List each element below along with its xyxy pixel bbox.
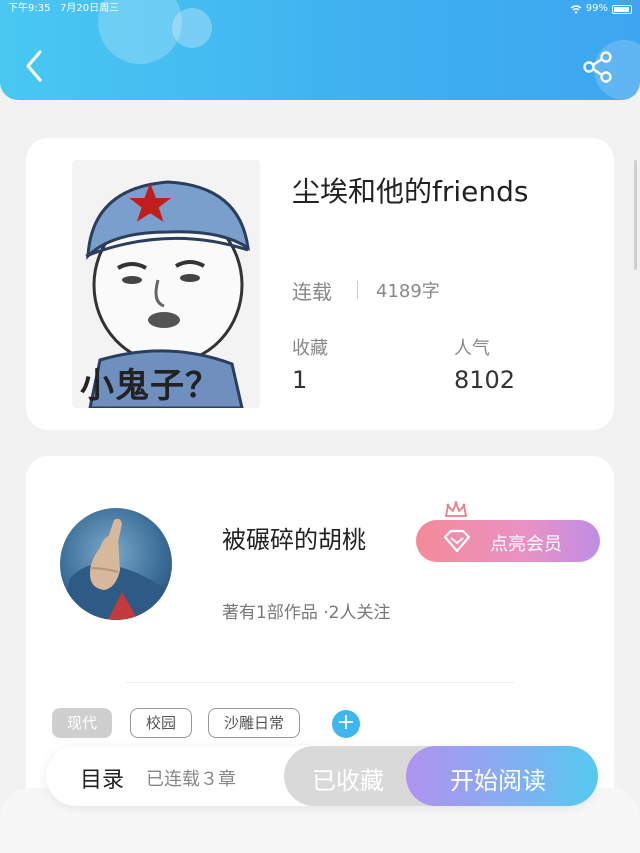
tag-item[interactable]: 校园 (130, 708, 192, 738)
popularity-label: 人气 (454, 338, 490, 359)
crown-icon (445, 501, 467, 517)
popularity-value: 8102 (454, 366, 516, 394)
share-button[interactable] (580, 48, 618, 86)
share-icon (583, 51, 612, 83)
catalog-button[interactable]: 目录 (80, 762, 124, 794)
page-scrollbar[interactable] (634, 160, 637, 270)
favorites-label: 收藏 (292, 338, 328, 359)
battery-icon (612, 4, 632, 14)
status-indicators: 99% (570, 0, 632, 18)
author-meta: 著有1部作品 ·2人关注 (222, 603, 391, 623)
status-bar: 下午9:35 7月20日周三 99% (0, 0, 640, 18)
favorites-value: 1 (292, 366, 308, 394)
avatar[interactable] (60, 508, 172, 620)
battery-percent: 99% (585, 3, 608, 14)
vip-button-label: 点亮会员 (490, 534, 562, 555)
start-reading-button[interactable]: 开始阅读 (406, 746, 598, 806)
status-time: 下午9:35 (8, 3, 51, 14)
tag-item[interactable]: 现代 (52, 708, 112, 738)
book-title: 尘埃和他的friends (292, 175, 529, 208)
chapter-count: 已连载３章 (146, 769, 236, 790)
book-word-count: 4189字 (376, 281, 440, 302)
author-name[interactable]: 被碾碎的胡桃 (222, 520, 366, 555)
diamond-icon (443, 529, 471, 553)
back-button[interactable] (20, 48, 50, 84)
tag-item[interactable]: 沙雕日常 (208, 708, 300, 738)
bottom-action-bar: 目录 已连载３章 已收藏 开始阅读 (46, 746, 598, 806)
vip-membership-button[interactable]: 点亮会员 (416, 520, 600, 562)
status-divider (357, 281, 358, 299)
avatar-image (60, 518, 172, 620)
status-time-date: 下午9:35 7月20日周三 (8, 0, 119, 18)
status-date: 7月20日周三 (60, 3, 120, 14)
section-divider (126, 682, 514, 683)
chevron-left-icon (26, 50, 42, 82)
book-status: 连载 (292, 280, 332, 304)
wifi-icon (570, 4, 582, 13)
start-reading-label: 开始阅读 (450, 767, 546, 795)
collected-label: 已收藏 (312, 767, 384, 795)
cover-caption: 小鬼子？ (80, 366, 220, 406)
book-info-card: 小鬼子？ 尘埃和他的friends 连载 4189字 收藏 1 人气 8102 (26, 138, 614, 430)
add-tag-button[interactable]: + (332, 710, 360, 738)
book-cover[interactable]: 小鬼子？ (72, 160, 260, 408)
top-header: 下午9:35 7月20日周三 99% (0, 0, 640, 100)
